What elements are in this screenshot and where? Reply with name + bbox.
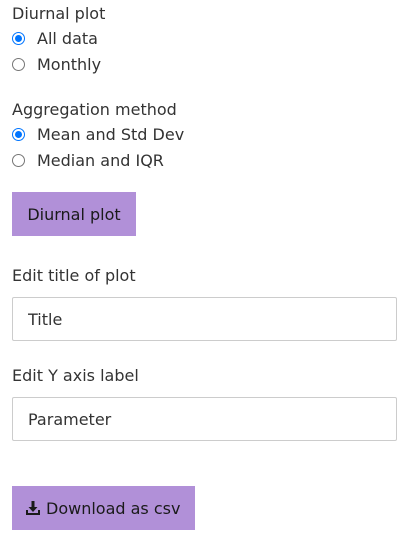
radio-monthly-label: Monthly — [37, 54, 102, 74]
radio-all-data-circle[interactable] — [12, 31, 25, 45]
title-input[interactable] — [12, 297, 397, 341]
download-csv-label: Download as csv — [46, 498, 181, 518]
diurnal-plot-label: Diurnal plot — [12, 4, 106, 23]
aggregation-method-label: Aggregation method — [12, 100, 177, 119]
radio-all-data-label: All data — [37, 28, 98, 48]
diurnal-plot-group: Diurnal plot All data Monthly — [12, 4, 105, 77]
radio-monthly[interactable]: Monthly — [12, 51, 105, 77]
aggregation-method-group: Aggregation method Mean and Std Dev Medi… — [12, 100, 184, 173]
radio-all-data[interactable]: All data — [12, 25, 105, 51]
y-axis-input[interactable] — [12, 397, 397, 441]
radio-mean-std-label: Mean and Std Dev — [37, 124, 185, 144]
radio-median-iqr[interactable]: Median and IQR — [12, 147, 184, 173]
radio-mean-std-circle[interactable] — [12, 127, 25, 141]
radio-mean-std[interactable]: Mean and Std Dev — [12, 121, 184, 147]
edit-title-label: Edit title of plot — [12, 266, 136, 285]
diurnal-plot-button[interactable]: Diurnal plot — [12, 192, 136, 236]
edit-y-axis-label: Edit Y axis label — [12, 366, 139, 385]
download-icon — [26, 501, 40, 515]
download-csv-button[interactable]: Download as csv — [12, 486, 195, 530]
radio-monthly-circle[interactable] — [12, 57, 25, 71]
radio-median-iqr-circle[interactable] — [12, 153, 25, 167]
radio-median-iqr-label: Median and IQR — [37, 150, 164, 170]
